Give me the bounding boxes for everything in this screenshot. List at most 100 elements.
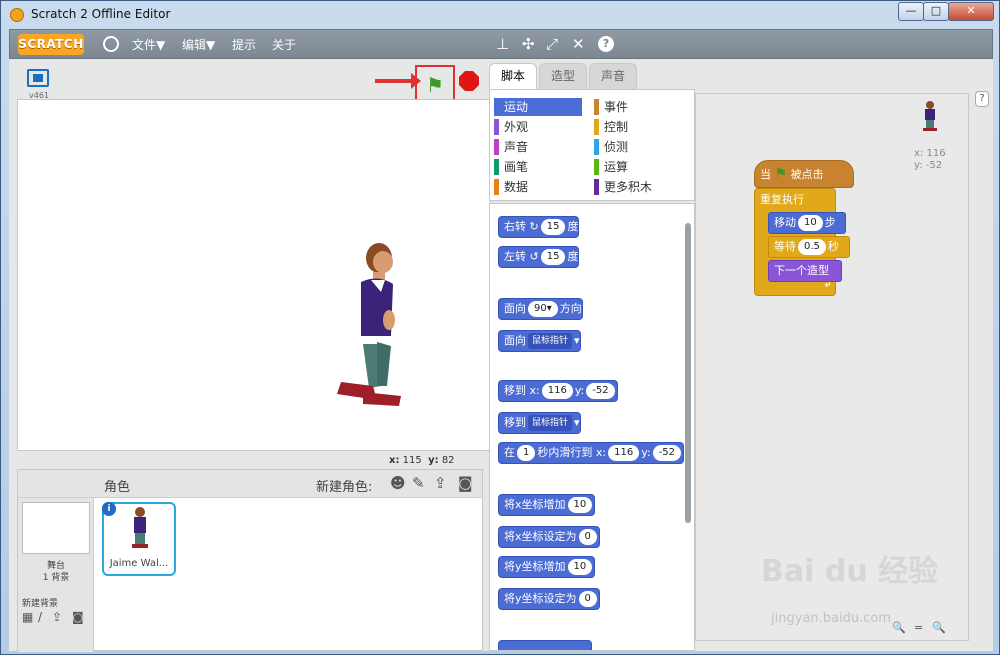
menu-file[interactable]: 文件▼ bbox=[132, 36, 165, 53]
block-glide[interactable]: 在 1 秒内滑行到 x: 116 y: -52 bbox=[498, 442, 684, 464]
paint-sprite-icon[interactable]: ✎ bbox=[412, 474, 425, 492]
paint-backdrop-icon[interactable]: / bbox=[38, 610, 42, 624]
block-goto-xy[interactable]: 移到 x: 116 y: -52 bbox=[498, 380, 618, 402]
move-input[interactable]: 10 bbox=[798, 215, 823, 231]
rotate-cw-icon: ↻ bbox=[529, 220, 539, 233]
point-towards-dropdown[interactable]: 鼠标指针 bbox=[528, 333, 573, 349]
help-tab-icon[interactable]: ? bbox=[975, 91, 989, 107]
block-wait[interactable]: 等待 0.5 秒 bbox=[768, 236, 850, 258]
app-window: Scratch 2 Offline Editor — □ ✕ SCRATCH 文… bbox=[0, 0, 1000, 655]
stop-sign-icon[interactable] bbox=[459, 71, 479, 91]
block-point-direction[interactable]: 面向 90▾ 方向 bbox=[498, 298, 583, 320]
mouse-x-value: 115 bbox=[402, 455, 422, 466]
presentation-mode-icon[interactable] bbox=[27, 69, 49, 87]
menu-about[interactable]: 关于 bbox=[272, 36, 296, 53]
category-operators[interactable]: 运算 bbox=[594, 158, 684, 176]
close-button[interactable]: ✕ bbox=[948, 2, 994, 21]
camera-sprite-icon[interactable]: ◙ bbox=[458, 474, 473, 492]
category-motion[interactable]: 运动 bbox=[494, 98, 582, 116]
turn-right-input[interactable]: 15 bbox=[540, 219, 566, 235]
green-flag-icon[interactable]: ⚑ bbox=[426, 73, 444, 97]
goto-x-input[interactable]: 116 bbox=[541, 383, 573, 399]
glide-y-label: y: bbox=[641, 446, 651, 459]
sprite-info-icon[interactable]: i bbox=[102, 502, 116, 516]
stage-thumbnail[interactable] bbox=[22, 502, 90, 554]
change-y-input[interactable]: 10 bbox=[567, 559, 593, 575]
goto-y-input[interactable]: -52 bbox=[586, 383, 615, 399]
sprite-name: Jaime Wal... bbox=[109, 558, 169, 569]
set-x-input[interactable]: 0 bbox=[578, 529, 597, 545]
block-turn-left[interactable]: 左转 ↺ 15 度 bbox=[498, 246, 580, 268]
block-turn-right[interactable]: 右转 ↻ 15 度 bbox=[498, 216, 580, 238]
stamp-icon[interactable]: ⊥ bbox=[496, 35, 509, 53]
category-pen[interactable]: 画笔 bbox=[494, 158, 584, 176]
block-change-y[interactable]: 将y坐标增加 10 bbox=[498, 556, 596, 578]
sprite-pane: 角色 新建角色: ☻ ✎ ⇪ ◙ 舞台 1 背景 新建背景 ▦ / ⇪ ◙ i bbox=[17, 469, 483, 652]
camera-backdrop-icon[interactable]: ◙ bbox=[72, 610, 84, 624]
menu-tips[interactable]: 提示 bbox=[232, 36, 256, 53]
mouse-y-value: 82 bbox=[441, 455, 455, 466]
point-direction-input[interactable]: 90▾ bbox=[528, 301, 558, 317]
category-more-blocks[interactable]: 更多积木 bbox=[594, 178, 684, 196]
block-set-y[interactable]: 将y坐标设定为 0 bbox=[498, 588, 600, 610]
block-set-x[interactable]: 将x坐标设定为 0 bbox=[498, 526, 600, 548]
wait-input[interactable]: 0.5 bbox=[798, 239, 826, 255]
green-flag-block-icon: ⚑ bbox=[774, 166, 788, 182]
category-sound[interactable]: 声音 bbox=[494, 138, 584, 156]
block-next-costume[interactable]: 下一个造型 bbox=[768, 260, 842, 282]
green-flag-highlight[interactable]: ⚑ bbox=[415, 65, 455, 103]
shrink-icon[interactable]: ✕ bbox=[572, 35, 585, 53]
turn-left-unit: 度 bbox=[567, 250, 579, 263]
backdrop-count: 1 背景 bbox=[42, 573, 70, 583]
stage-canvas[interactable] bbox=[17, 99, 491, 451]
sprite-x-label: x: bbox=[914, 148, 924, 159]
upload-sprite-icon[interactable]: ⇪ bbox=[434, 474, 447, 492]
tab-sounds[interactable]: 声音 bbox=[589, 63, 637, 89]
zoom-out-icon[interactable]: 🔍 bbox=[892, 621, 906, 634]
language-globe-icon[interactable] bbox=[103, 36, 119, 52]
grow-icon[interactable]: ⤢ bbox=[546, 35, 558, 53]
choose-sprite-library-icon[interactable]: ☻ bbox=[390, 474, 406, 492]
set-y-input[interactable]: 0 bbox=[578, 591, 597, 607]
block-partial[interactable] bbox=[498, 640, 592, 650]
zoom-in-icon[interactable]: 🔍 bbox=[932, 621, 946, 634]
zoom-reset-icon[interactable]: = bbox=[914, 621, 923, 634]
upload-backdrop-icon[interactable]: ⇪ bbox=[52, 610, 62, 624]
glide-x-input[interactable]: 116 bbox=[608, 445, 640, 461]
glide-prefix: 在 bbox=[504, 446, 515, 459]
baidu-watermark-url: jingyan.baidu.com bbox=[771, 611, 891, 626]
menu-edit[interactable]: 编辑▼ bbox=[182, 36, 215, 53]
sprite-thumbnail-jaime[interactable]: i Jaime Wal... bbox=[102, 502, 176, 576]
backdrop-library-icon[interactable]: ▦ bbox=[22, 610, 33, 624]
category-events-label: 事件 bbox=[604, 100, 629, 114]
block-point-towards[interactable]: 面向 鼠标指针 ▾ bbox=[498, 330, 581, 352]
change-x-input[interactable]: 10 bbox=[567, 497, 593, 513]
category-looks[interactable]: 外观 bbox=[494, 118, 584, 136]
help-icon[interactable]: ? bbox=[598, 36, 614, 52]
sprite-x-value: 116 bbox=[926, 148, 946, 159]
glide-mid-label: 秒内滑行到 bbox=[537, 446, 593, 459]
glide-secs-input[interactable]: 1 bbox=[517, 445, 536, 461]
maximize-button[interactable]: □ bbox=[923, 2, 949, 21]
block-change-x[interactable]: 将x坐标增加 10 bbox=[498, 494, 596, 516]
goto-dropdown[interactable]: 鼠标指针 bbox=[528, 415, 573, 431]
category-control[interactable]: 控制 bbox=[594, 118, 684, 136]
block-when-flag-clicked[interactable]: 当 ⚑ 被点击 bbox=[754, 160, 854, 188]
block-move[interactable]: 移动 10 步 bbox=[768, 212, 846, 234]
tab-scripts[interactable]: 脚本 bbox=[489, 63, 537, 89]
wait-unit: 秒 bbox=[827, 240, 839, 253]
scratch-logo[interactable]: SCRATCH bbox=[18, 34, 84, 55]
turn-left-input[interactable]: 15 bbox=[540, 249, 566, 265]
palette-scrollbar[interactable] bbox=[685, 223, 691, 523]
delete-tool-icon[interactable]: ✣ bbox=[522, 35, 535, 53]
glide-y-input[interactable]: -52 bbox=[652, 445, 681, 461]
category-data[interactable]: 数据 bbox=[494, 178, 584, 196]
block-goto[interactable]: 移到 鼠标指针 ▾ bbox=[498, 412, 581, 434]
block-turn-right-label: 右转 bbox=[504, 220, 526, 233]
sprite-jaime-walking[interactable] bbox=[333, 236, 433, 416]
category-sensing[interactable]: 侦测 bbox=[594, 138, 684, 156]
window-title: Scratch 2 Offline Editor bbox=[31, 7, 171, 21]
tab-costumes[interactable]: 造型 bbox=[539, 63, 587, 89]
category-events[interactable]: 事件 bbox=[594, 98, 684, 116]
minimize-button[interactable]: — bbox=[898, 2, 924, 21]
